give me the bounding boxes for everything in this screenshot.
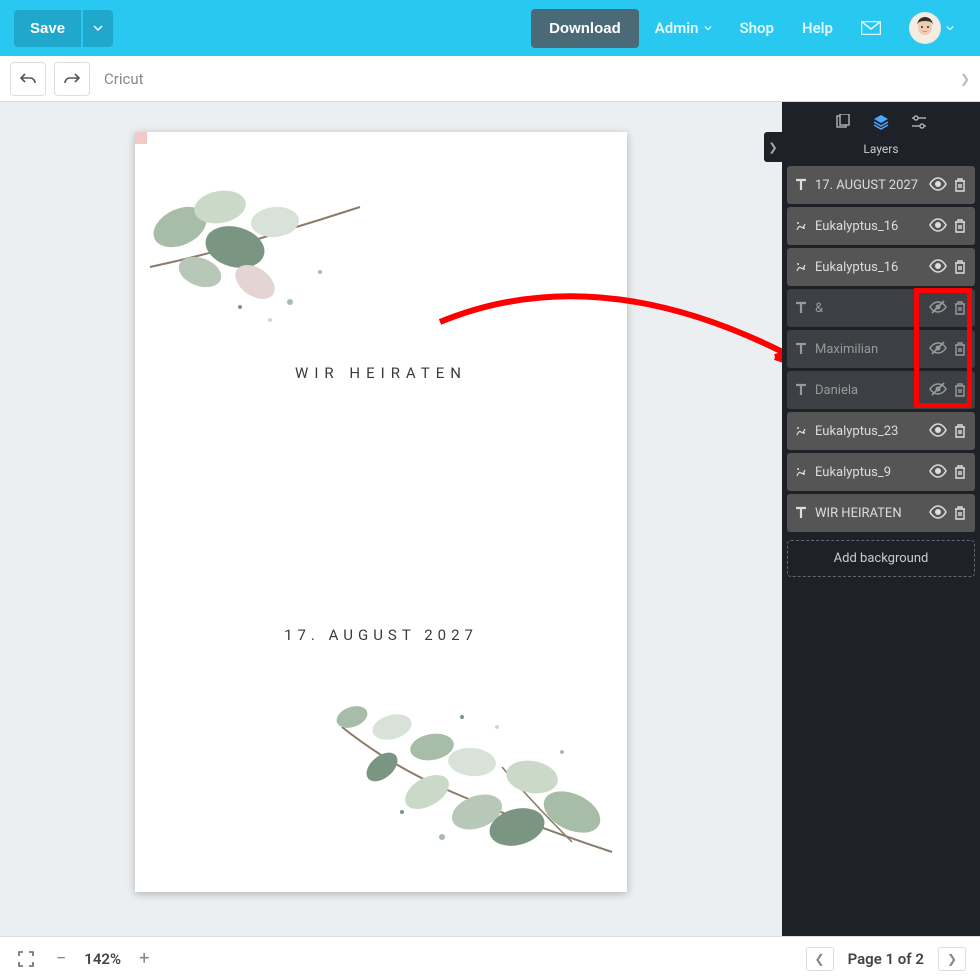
chevron-down-icon	[946, 24, 954, 32]
layer-name: Eukalyptus_23	[815, 424, 923, 439]
redo-icon	[64, 72, 80, 86]
chevron-down-icon	[704, 24, 712, 32]
image-thumb-icon	[793, 464, 809, 480]
visibility-toggle-icon[interactable]	[929, 505, 945, 521]
delete-layer-icon[interactable]	[953, 177, 969, 193]
visibility-toggle-icon[interactable]	[929, 259, 945, 275]
panel-collapse-button[interactable]: ❯	[764, 132, 782, 162]
layer-name: Daniela	[815, 383, 923, 398]
layer-row[interactable]: Eukalyptus_16	[787, 207, 975, 245]
layer-name: &	[815, 301, 923, 316]
design-page[interactable]: WIR HEIRATEN 17. AUGUST 2027	[135, 132, 627, 892]
layer-name: Eukalyptus_9	[815, 465, 923, 480]
layers-icon	[873, 114, 889, 130]
admin-menu[interactable]: Admin	[643, 11, 724, 45]
zoom-out-button[interactable]: −	[52, 948, 70, 969]
layer-name: Eukalyptus_16	[815, 260, 923, 275]
eucalyptus-bottom-image	[322, 672, 622, 872]
layer-row[interactable]: 17. AUGUST 2027	[787, 166, 975, 204]
undo-icon	[20, 72, 36, 86]
heading-text[interactable]: WIR HEIRATEN	[135, 364, 627, 382]
shop-link[interactable]: Shop	[728, 11, 786, 45]
redo-button[interactable]	[54, 62, 90, 96]
toolbar: Cricut ❯	[0, 56, 980, 102]
sliders-icon	[911, 114, 927, 130]
visibility-toggle-icon[interactable]	[929, 177, 945, 193]
image-thumb-icon	[793, 218, 809, 234]
chevron-down-icon	[93, 23, 103, 33]
copy-icon	[835, 114, 851, 130]
layer-row[interactable]: WIR HEIRATEN	[787, 494, 975, 532]
zoom-value[interactable]: 142%	[84, 950, 121, 968]
layer-row[interactable]: Eukalyptus_23	[787, 412, 975, 450]
page-indicator: Page 1 of 2	[848, 950, 924, 968]
visibility-toggle-icon[interactable]	[929, 218, 945, 234]
text-icon	[793, 300, 809, 316]
text-icon	[793, 382, 809, 398]
tab-layers[interactable]	[873, 114, 889, 130]
add-background-button[interactable]: Add background	[787, 540, 975, 577]
date-text[interactable]: 17. AUGUST 2027	[135, 626, 627, 644]
text-icon	[793, 177, 809, 193]
delete-layer-icon[interactable]	[953, 218, 969, 234]
save-button[interactable]: Save	[14, 10, 81, 47]
fullscreen-icon	[18, 951, 34, 967]
topbar: Save Download Admin Shop Help	[0, 0, 980, 56]
help-link[interactable]: Help	[790, 11, 845, 45]
image-thumb-icon	[793, 423, 809, 439]
layers-panel: ❯ Layers 17. AUGUST 2027Eukalyptus_16Euk…	[782, 102, 980, 936]
annotation-highlight-box	[914, 288, 972, 408]
avatar	[909, 12, 941, 44]
user-avatar-menu[interactable]	[897, 4, 966, 52]
mail-icon[interactable]	[849, 13, 893, 43]
app-name-label: Cricut	[98, 70, 150, 88]
panel-title: Layers	[782, 136, 980, 166]
admin-label: Admin	[655, 19, 699, 37]
save-dropdown-button[interactable]	[83, 10, 113, 47]
delete-layer-icon[interactable]	[953, 505, 969, 521]
next-page-button[interactable]: ❯	[938, 947, 966, 971]
layer-name: Maximilian	[815, 342, 923, 357]
tab-settings[interactable]	[911, 114, 927, 130]
workspace: WIR HEIRATEN 17. AUGUST 2027	[0, 102, 980, 936]
text-icon	[793, 505, 809, 521]
text-icon	[793, 341, 809, 357]
download-button[interactable]: Download	[531, 9, 639, 48]
delete-layer-icon[interactable]	[953, 423, 969, 439]
visibility-toggle-icon[interactable]	[929, 464, 945, 480]
layer-row[interactable]: Eukalyptus_9	[787, 453, 975, 491]
delete-layer-icon[interactable]	[953, 259, 969, 275]
tab-copy[interactable]	[835, 114, 851, 130]
footer: − 142% + ❮ Page 1 of 2 ❯	[0, 936, 980, 980]
layer-name: 17. AUGUST 2027	[815, 178, 923, 193]
delete-layer-icon[interactable]	[953, 464, 969, 480]
image-thumb-icon	[793, 259, 809, 275]
eucalyptus-top-image	[140, 172, 380, 332]
zoom-in-button[interactable]: +	[135, 948, 153, 969]
visibility-toggle-icon[interactable]	[929, 423, 945, 439]
toolbar-expand-icon[interactable]: ❯	[960, 72, 970, 86]
layer-name: WIR HEIRATEN	[815, 506, 923, 521]
prev-page-button[interactable]: ❮	[806, 947, 834, 971]
layer-name: Eukalyptus_16	[815, 219, 923, 234]
undo-button[interactable]	[10, 62, 46, 96]
canvas-area[interactable]: WIR HEIRATEN 17. AUGUST 2027	[0, 102, 782, 936]
fullscreen-button[interactable]	[14, 951, 38, 967]
layer-row[interactable]: Eukalyptus_16	[787, 248, 975, 286]
